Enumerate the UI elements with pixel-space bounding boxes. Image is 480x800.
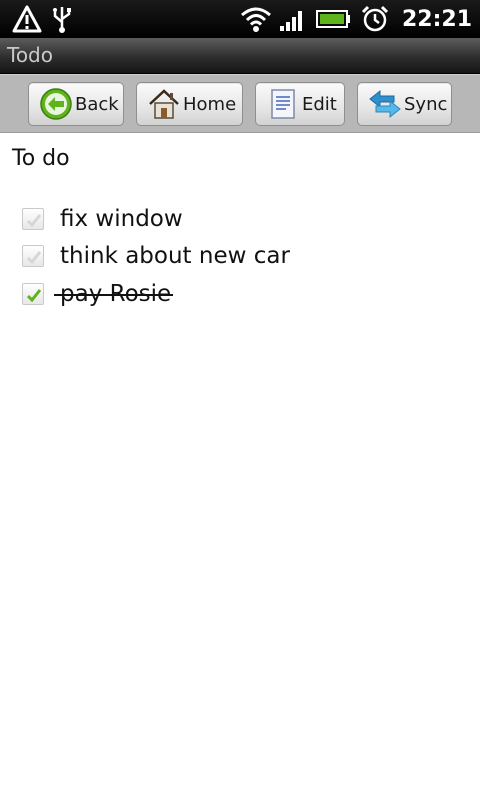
clock: 22:21 (401, 6, 472, 32)
edit-button-label: Edit (302, 93, 337, 115)
battery-icon (315, 4, 352, 34)
edit-button[interactable]: Edit (255, 82, 345, 126)
todo-text: think about new car (60, 243, 290, 270)
list-item[interactable]: fix window (20, 200, 460, 238)
sync-button-label: Sync (404, 93, 448, 115)
todo-list: fix window think about new car pay Rosie (20, 200, 460, 313)
status-bar: 22:21 (0, 0, 480, 38)
list-item[interactable]: think about new car (20, 238, 460, 276)
todo-text-completed: pay Rosie (53, 280, 174, 307)
check-icon (26, 213, 42, 227)
warning-icon (12, 4, 42, 34)
list-item[interactable]: pay Rosie (20, 275, 460, 313)
usb-icon (50, 4, 80, 34)
main-content: To do fix window think about new car pay… (0, 134, 480, 800)
toolbar: Back Home Edit Sync (0, 74, 480, 133)
sync-arrows-icon (368, 87, 402, 121)
todo-text: fix window (60, 205, 183, 232)
list-heading: To do (12, 146, 70, 171)
todo-checkbox[interactable] (22, 207, 44, 230)
check-icon (26, 288, 42, 302)
todo-checkbox-checked[interactable] (22, 282, 44, 305)
signal-icon (278, 4, 308, 34)
wifi-icon (240, 4, 271, 34)
back-button[interactable]: Back (28, 82, 124, 126)
app-title: Todo (7, 43, 53, 67)
home-icon (147, 87, 181, 121)
sync-button[interactable]: Sync (357, 82, 452, 126)
home-button[interactable]: Home (136, 82, 243, 126)
check-icon (26, 251, 42, 265)
home-button-label: Home (183, 93, 237, 115)
title-bar: Todo (0, 38, 480, 74)
edit-document-icon (266, 87, 300, 121)
todo-checkbox[interactable] (22, 245, 44, 268)
back-arrow-icon (39, 87, 73, 121)
alarm-icon (360, 4, 390, 34)
back-button-label: Back (75, 93, 119, 115)
